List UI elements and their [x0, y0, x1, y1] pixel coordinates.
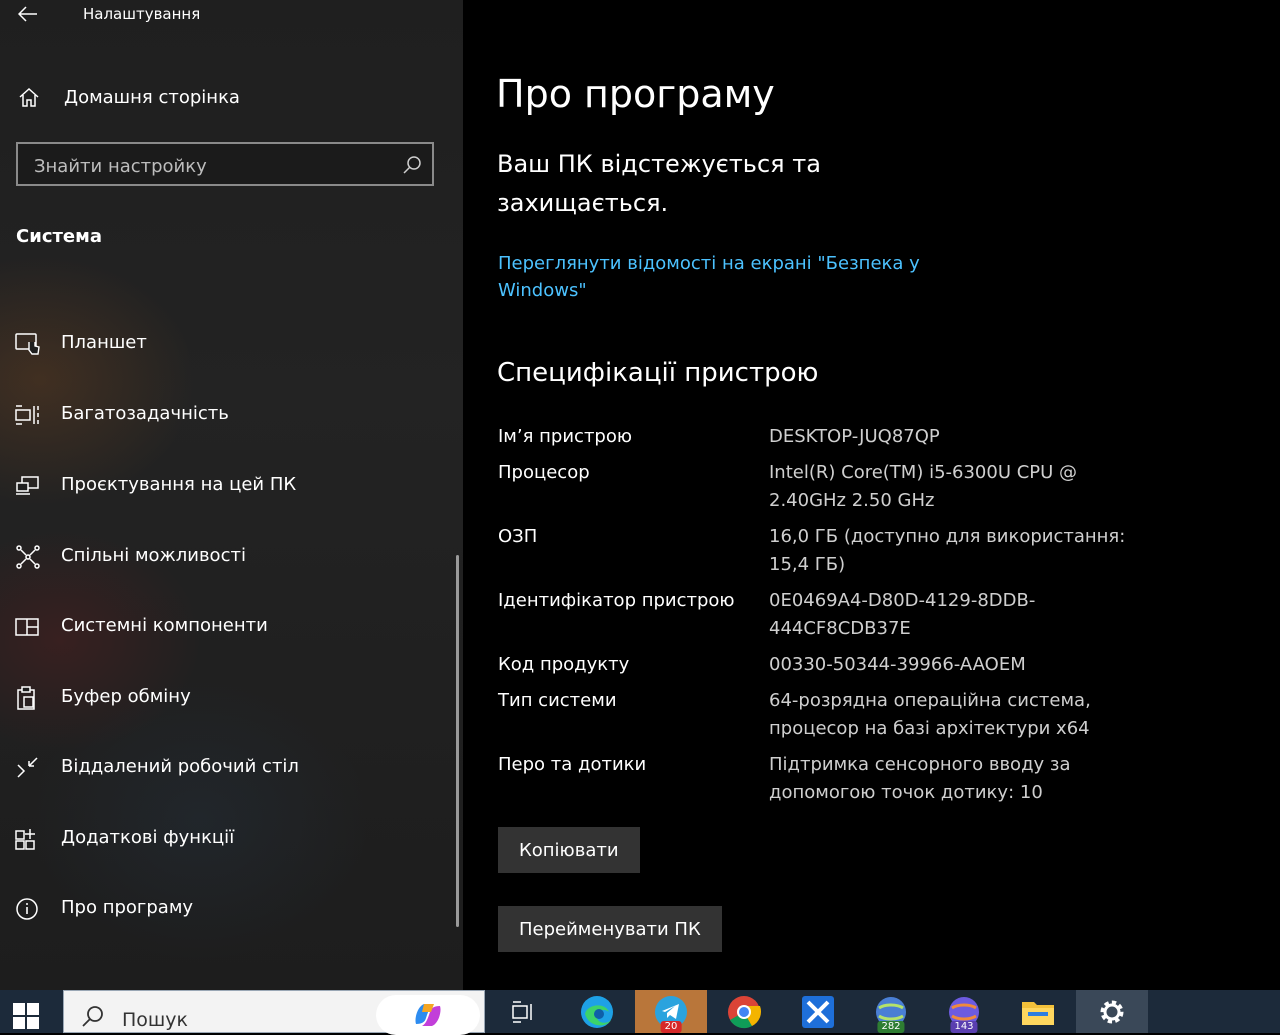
sidebar-item-label: Додаткові функції — [61, 827, 235, 848]
taskbar: Пошук 20 282 143 — [0, 990, 1280, 1035]
specs-heading: Специфікації пристрою — [497, 358, 819, 388]
sidebar-item-label: Проєктування на цей ПК — [61, 474, 297, 495]
settings-search[interactable] — [16, 142, 434, 186]
copilot-button[interactable] — [376, 995, 480, 1035]
sidebar-item-remote-desktop[interactable]: Віддалений робочий стіл — [0, 743, 455, 793]
main-content: Про програму Ваш ПК відстежується та зах… — [463, 0, 1280, 990]
spec-key: Тип системи — [498, 690, 617, 711]
sidebar-item-tablet[interactable]: Планшет — [0, 319, 455, 369]
window-title: Налаштування — [83, 5, 201, 23]
spec-key: Процесор — [498, 462, 590, 483]
projecting-icon — [16, 476, 39, 495]
task-view-icon — [512, 1000, 532, 1023]
sidebar-item-label: Віддалений робочий стіл — [61, 756, 299, 777]
taskbar-app-blue[interactable] — [782, 990, 854, 1033]
telegram-badge: 20 — [660, 1021, 682, 1033]
sidebar-scrollbar[interactable] — [456, 555, 459, 927]
windows-start-icon[interactable] — [12, 1002, 40, 1030]
sidebar-item-projecting[interactable]: Проєктування на цей ПК — [0, 461, 455, 511]
optional-features-icon — [15, 829, 35, 850]
remote-desktop-icon — [17, 757, 38, 778]
sidebar-item-shared[interactable]: Спільні можливості — [0, 532, 455, 582]
sidebar-item-optional-features[interactable]: Додаткові функції — [0, 814, 455, 864]
sidebar-item-label: Планшет — [61, 332, 147, 353]
back-arrow-icon — [18, 6, 37, 22]
taskbar-settings[interactable] — [1076, 990, 1148, 1033]
sidebar-item-label: Системні компоненти — [61, 615, 268, 636]
sidebar-item-about[interactable]: Про програму — [0, 884, 455, 934]
home-icon — [19, 87, 39, 107]
spec-key: Ім’я пристрою — [498, 426, 633, 447]
rename-pc-button[interactable]: Перейменувати ПК — [498, 906, 722, 952]
taskbar-app-143[interactable]: 143 — [928, 990, 1000, 1033]
security-status: Ваш ПК відстежується та захищається. — [497, 150, 821, 217]
sidebar-item-system-components[interactable]: Системні компоненти — [0, 602, 455, 652]
sidebar-item-label: Буфер обміну — [61, 686, 191, 707]
edge-icon — [581, 995, 613, 1028]
spec-key: ОЗП — [498, 526, 538, 547]
spec-value: 0E0469A4-D80D-4129-8DDB-444CF8CDB37E — [769, 590, 1036, 639]
taskbar-chrome[interactable] — [708, 990, 780, 1033]
search-icon — [82, 1006, 103, 1027]
sidebar-item-label: Спільні можливості — [61, 545, 246, 566]
sidebar-item-label: Багатозадачність — [61, 403, 229, 424]
copy-button[interactable]: Копіювати — [498, 827, 640, 873]
sidebar: Налаштування Домашня сторінка Система Пл… — [0, 0, 463, 990]
copilot-icon — [415, 1004, 441, 1026]
taskbar-edge[interactable] — [561, 990, 633, 1033]
taskbar-search[interactable]: Пошук — [63, 990, 485, 1035]
info-icon — [16, 898, 38, 920]
page-title: Про програму — [496, 72, 775, 116]
spec-key: Ідентифікатор пристрою — [498, 590, 735, 611]
app-282-badge: 282 — [877, 1021, 905, 1033]
settings-window: Налаштування Домашня сторінка Система Пл… — [0, 0, 1280, 990]
taskbar-search-label: Пошук — [122, 1009, 189, 1031]
sidebar-home-label: Домашня сторінка — [64, 87, 240, 108]
sidebar-home[interactable]: Домашня сторінка — [0, 78, 463, 118]
spec-key: Код продукту — [498, 654, 630, 675]
gear-icon — [1100, 1000, 1124, 1023]
search-input[interactable] — [32, 152, 396, 180]
search-icon — [403, 156, 421, 174]
sidebar-item-multitasking[interactable]: Багатозадачність — [0, 390, 455, 440]
spec-value: DESKTOP-JUQ87QP — [769, 426, 940, 447]
sidebar-item-label: Про програму — [61, 897, 194, 918]
system-components-icon — [15, 618, 39, 636]
app-x-icon — [802, 995, 834, 1028]
spec-key: Перо та дотики — [498, 754, 647, 775]
section-title: Система — [16, 226, 102, 247]
spec-value: 16,0 ГБ (доступно для використання: 15,4… — [769, 526, 1126, 575]
windows-security-link[interactable]: Переглянути відомості на екрані "Безпека… — [498, 250, 938, 304]
sidebar-item-clipboard[interactable]: Буфер обміну — [0, 673, 455, 723]
app-143-badge: 143 — [950, 1021, 978, 1033]
task-view-button[interactable] — [486, 990, 558, 1033]
taskbar-app-282[interactable]: 282 — [855, 990, 927, 1033]
back-button[interactable] — [10, 0, 46, 28]
spec-value: Intel(R) Core(TM) i5-6300U CPU @ 2.40GHz… — [769, 462, 1078, 511]
taskbar-telegram[interactable]: 20 — [635, 990, 707, 1033]
spec-value: 00330-50344-39966-AAOEM — [769, 654, 1026, 675]
shared-experiences-icon — [16, 545, 40, 569]
taskbar-file-explorer[interactable] — [1002, 990, 1074, 1033]
chrome-icon — [728, 995, 762, 1028]
spec-value: Підтримка сенсорного вводу за допомогою … — [769, 754, 1071, 803]
folder-icon — [1022, 1001, 1054, 1025]
spec-value: 64-розрядна операційна система, процесор… — [769, 690, 1091, 739]
tablet-icon — [15, 333, 40, 355]
clipboard-icon — [17, 686, 35, 710]
multitasking-icon — [15, 405, 39, 425]
